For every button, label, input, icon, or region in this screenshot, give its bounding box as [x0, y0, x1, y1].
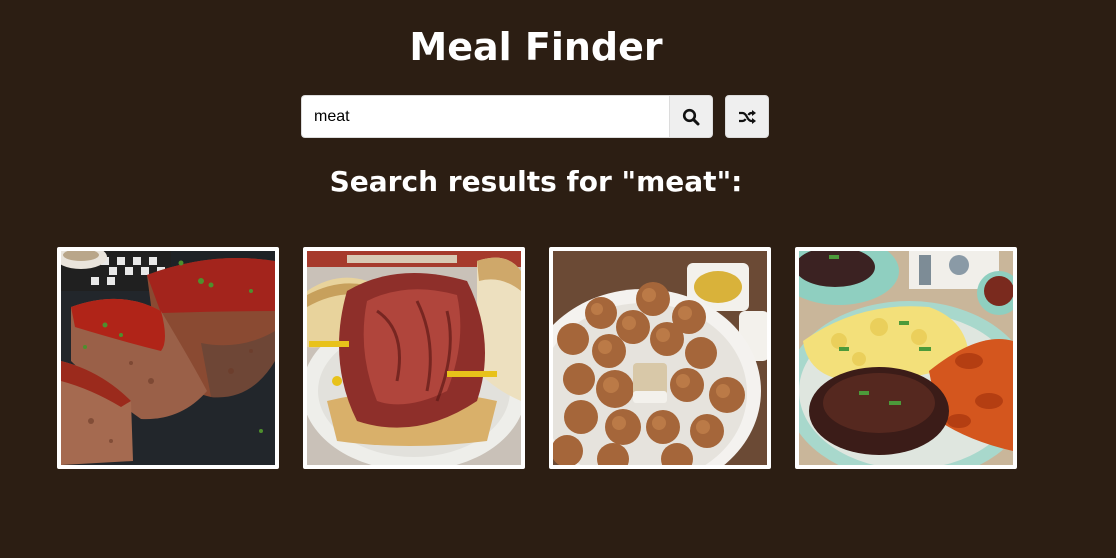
search-input[interactable] — [301, 95, 669, 138]
pastrami-sandwich-photo — [307, 251, 521, 465]
search-button[interactable] — [669, 95, 713, 138]
meal-card[interactable] — [57, 247, 279, 469]
meal-card[interactable] — [795, 247, 1017, 469]
random-meal-button[interactable] — [725, 95, 769, 138]
meal-card[interactable] — [549, 247, 771, 469]
results-query: meat — [636, 165, 717, 198]
search-icon — [682, 108, 700, 125]
results-heading: Search results for "meat": — [0, 163, 1072, 201]
app-title: Meal Finder — [409, 25, 663, 69]
results-heading-suffix: ": — [716, 165, 743, 198]
meal-results — [57, 247, 1017, 469]
meal-card[interactable] — [303, 247, 525, 469]
hamburger-steak-plate-photo — [799, 251, 1013, 465]
results-heading-prefix: Search results for " — [329, 165, 637, 198]
search-form — [301, 95, 713, 138]
meatloaf-photo — [61, 251, 275, 465]
fried-meatballs-bowl-photo — [553, 251, 767, 465]
random-shuffle-icon — [739, 109, 756, 124]
search-bar — [301, 95, 769, 138]
